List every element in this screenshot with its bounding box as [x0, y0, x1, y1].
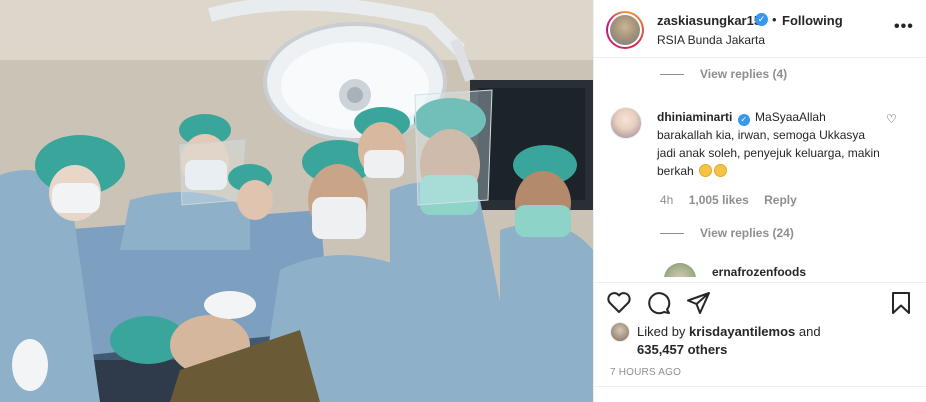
operating-room-photo: [0, 0, 593, 402]
comment-meta: 4h 1,005 likes Reply: [660, 193, 809, 207]
post-header: zaskiasungkar15 ✓ • Following RSIA Bunda…: [594, 0, 926, 58]
more-options-icon[interactable]: •••: [894, 18, 914, 36]
view-replies-button[interactable]: View replies (24): [660, 226, 794, 240]
reply-button[interactable]: Reply: [764, 193, 797, 207]
comment-body: dhiniaminarti ✓ MaSyaaAllah barakallah k…: [657, 108, 882, 180]
smiling-face-emoji-icon: [699, 164, 713, 177]
post-location[interactable]: RSIA Bunda Jakarta: [657, 33, 765, 47]
liker-avatar[interactable]: [610, 322, 630, 342]
view-replies-button[interactable]: View replies (4): [660, 67, 787, 81]
comment-likes-count[interactable]: 1,005 likes: [689, 193, 749, 207]
comment-icon[interactable]: [646, 291, 672, 315]
action-bar: [594, 282, 926, 322]
share-icon[interactable]: [686, 291, 712, 315]
post-side-panel: zaskiasungkar15 ✓ • Following RSIA Bunda…: [593, 0, 926, 402]
verified-badge-icon: ✓: [737, 114, 750, 126]
kissing-face-emoji-icon: [714, 164, 728, 177]
bookmark-icon[interactable]: [889, 291, 913, 315]
reply-line: [660, 232, 684, 234]
comment-username[interactable]: dhiniaminarti: [657, 110, 732, 124]
profile-avatar[interactable]: [606, 11, 644, 49]
divider: [594, 386, 926, 387]
likes-text: Liked by krisdayantilemos and 635,457 ot…: [637, 323, 917, 359]
heart-icon[interactable]: [606, 291, 632, 315]
view-replies-label: View replies (4): [700, 67, 788, 81]
likes-others-count[interactable]: 635,457 others: [637, 342, 727, 357]
verified-badge-icon: ✓: [755, 13, 768, 26]
liker-username[interactable]: krisdayantilemos: [689, 324, 795, 339]
post-photo[interactable]: [0, 0, 593, 402]
comment-age: 4h: [660, 193, 674, 207]
liked-by-label: Liked by: [637, 324, 686, 339]
comment-avatar[interactable]: [664, 263, 696, 277]
view-replies-label: View replies (24): [700, 226, 794, 240]
likes-and: and: [798, 324, 821, 339]
post-timestamp[interactable]: 7 HOURS AGO: [610, 367, 681, 378]
comment-avatar[interactable]: [610, 107, 642, 139]
next-comment-peek: ernafrozenfoods: [664, 263, 904, 277]
reply-line: [660, 73, 684, 75]
following-button[interactable]: Following: [782, 13, 843, 28]
separator-dot: •: [772, 12, 777, 27]
comment-like-heart-icon[interactable]: ♡: [886, 112, 897, 126]
comment-username[interactable]: ernafrozenfoods: [712, 265, 806, 277]
post-username[interactable]: zaskiasungkar15: [657, 13, 761, 28]
